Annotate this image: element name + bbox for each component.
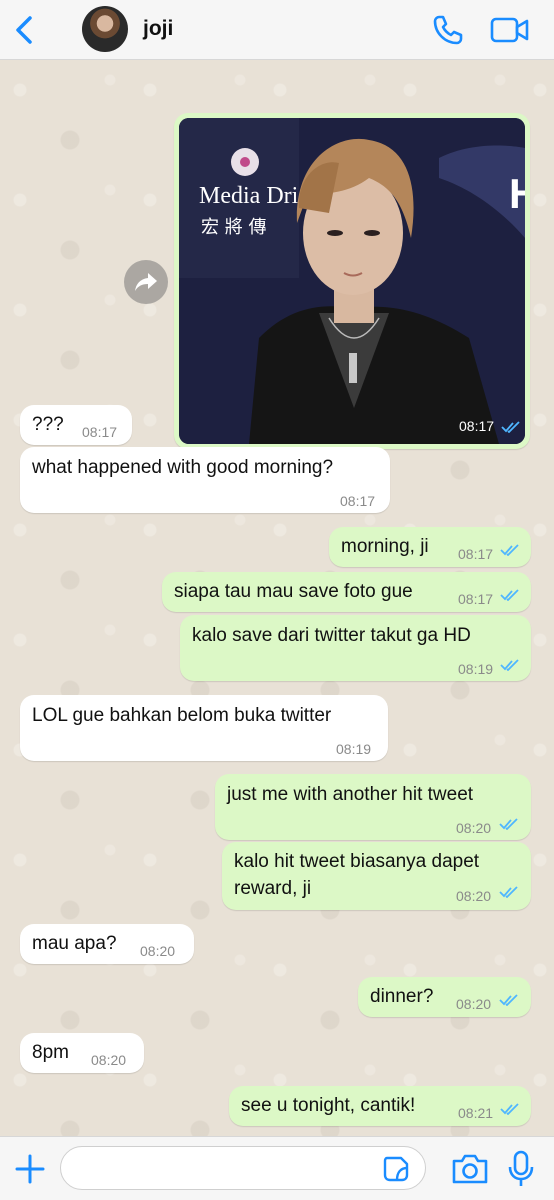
message-time: 08:20 — [456, 996, 492, 1012]
message-time: 08:20 — [456, 888, 492, 904]
photo-message[interactable]: Media Dri 宏 將 傳 H 08:17 — [174, 113, 530, 449]
message-time: 08:17 — [82, 424, 118, 440]
message-incoming[interactable]: what happened with good morning? 08:17 — [20, 447, 390, 513]
message-incoming[interactable]: LOL gue bahkan belom buka twitter 08:19 — [20, 695, 388, 761]
message-text: kalo hit tweet biasanya dapet — [234, 851, 480, 872]
video-camera-icon[interactable] — [490, 14, 530, 46]
message-time: 08:17 — [459, 418, 495, 434]
message-text-line2: reward, ji — [234, 878, 312, 899]
message-text: 8pm — [32, 1042, 69, 1063]
message-text: dinner? — [370, 986, 434, 1007]
camera-icon[interactable] — [450, 1151, 490, 1187]
forward-icon — [135, 273, 157, 291]
message-time: 08:17 — [458, 546, 494, 562]
message-time: 08:19 — [336, 741, 372, 757]
message-incoming[interactable]: mau apa? 08:20 — [20, 924, 194, 964]
message-composer — [0, 1136, 554, 1200]
message-time: 08:19 — [458, 661, 494, 677]
read-receipt-icon — [500, 659, 519, 671]
message-outgoing[interactable]: morning, ji 08:17 — [329, 527, 531, 567]
avatar[interactable] — [82, 6, 128, 52]
message-text: morning, ji — [341, 536, 429, 557]
message-time: 08:20 — [140, 943, 176, 959]
chat-header: joji — [0, 0, 554, 60]
message-outgoing[interactable]: kalo save dari twitter takut ga HD 08:19 — [180, 615, 531, 681]
message-input[interactable] — [60, 1146, 426, 1190]
message-outgoing[interactable]: see u tonight, cantik! 08:21 — [229, 1086, 531, 1126]
message-text: LOL gue bahkan belom buka twitter — [32, 705, 332, 726]
message-time: 08:21 — [458, 1105, 494, 1121]
plus-icon[interactable] — [12, 1151, 48, 1187]
microphone-icon[interactable] — [505, 1149, 537, 1189]
message-text: what happened with good morning? — [32, 457, 334, 478]
message-outgoing[interactable]: just me with another hit tweet 08:20 — [215, 774, 531, 840]
message-text: siapa tau mau save foto gue — [174, 581, 413, 602]
read-receipt-icon — [499, 886, 518, 898]
read-receipt-icon — [500, 589, 519, 601]
message-time: 08:20 — [456, 820, 492, 836]
read-receipt-icon — [499, 818, 518, 830]
message-outgoing[interactable]: dinner? 08:20 — [358, 977, 531, 1017]
message-text: kalo save dari twitter takut ga HD — [192, 625, 471, 646]
message-text: ??? — [32, 414, 64, 435]
read-receipt-icon — [500, 1103, 519, 1115]
contact-name[interactable]: joji — [143, 17, 173, 41]
message-outgoing[interactable]: kalo hit tweet biasanya dapet reward, ji… — [222, 842, 531, 910]
chat-area[interactable]: Media Dri 宏 將 傳 H 08:17 ??? 08:17 what h… — [0, 60, 554, 1136]
read-receipt-icon — [499, 994, 518, 1006]
photo-image: Media Dri 宏 將 傳 H — [179, 118, 525, 444]
message-text: mau apa? — [32, 933, 117, 954]
message-incoming[interactable]: ??? 08:17 — [20, 405, 132, 445]
message-incoming[interactable]: 8pm 08:20 — [20, 1033, 144, 1073]
read-receipt-icon — [501, 421, 520, 433]
sticker-icon[interactable] — [382, 1155, 410, 1183]
svg-text:H: H — [509, 170, 525, 217]
forward-button[interactable] — [124, 260, 168, 304]
message-text: just me with another hit tweet — [227, 784, 474, 805]
message-time: 08:17 — [458, 591, 494, 607]
message-time: 08:17 — [340, 493, 376, 509]
shared-photo[interactable]: Media Dri 宏 將 傳 H 08:17 — [179, 118, 525, 444]
photo-chinese-text: 宏 將 傳 — [201, 217, 266, 238]
message-text: see u tonight, cantik! — [241, 1095, 416, 1116]
back-chevron-icon[interactable] — [8, 12, 40, 48]
photo-brand-text: Media Dri — [199, 183, 299, 209]
phone-icon[interactable] — [430, 12, 466, 48]
message-time: 08:20 — [91, 1052, 127, 1068]
message-outgoing[interactable]: siapa tau mau save foto gue 08:17 — [162, 572, 531, 612]
read-receipt-icon — [500, 544, 519, 556]
